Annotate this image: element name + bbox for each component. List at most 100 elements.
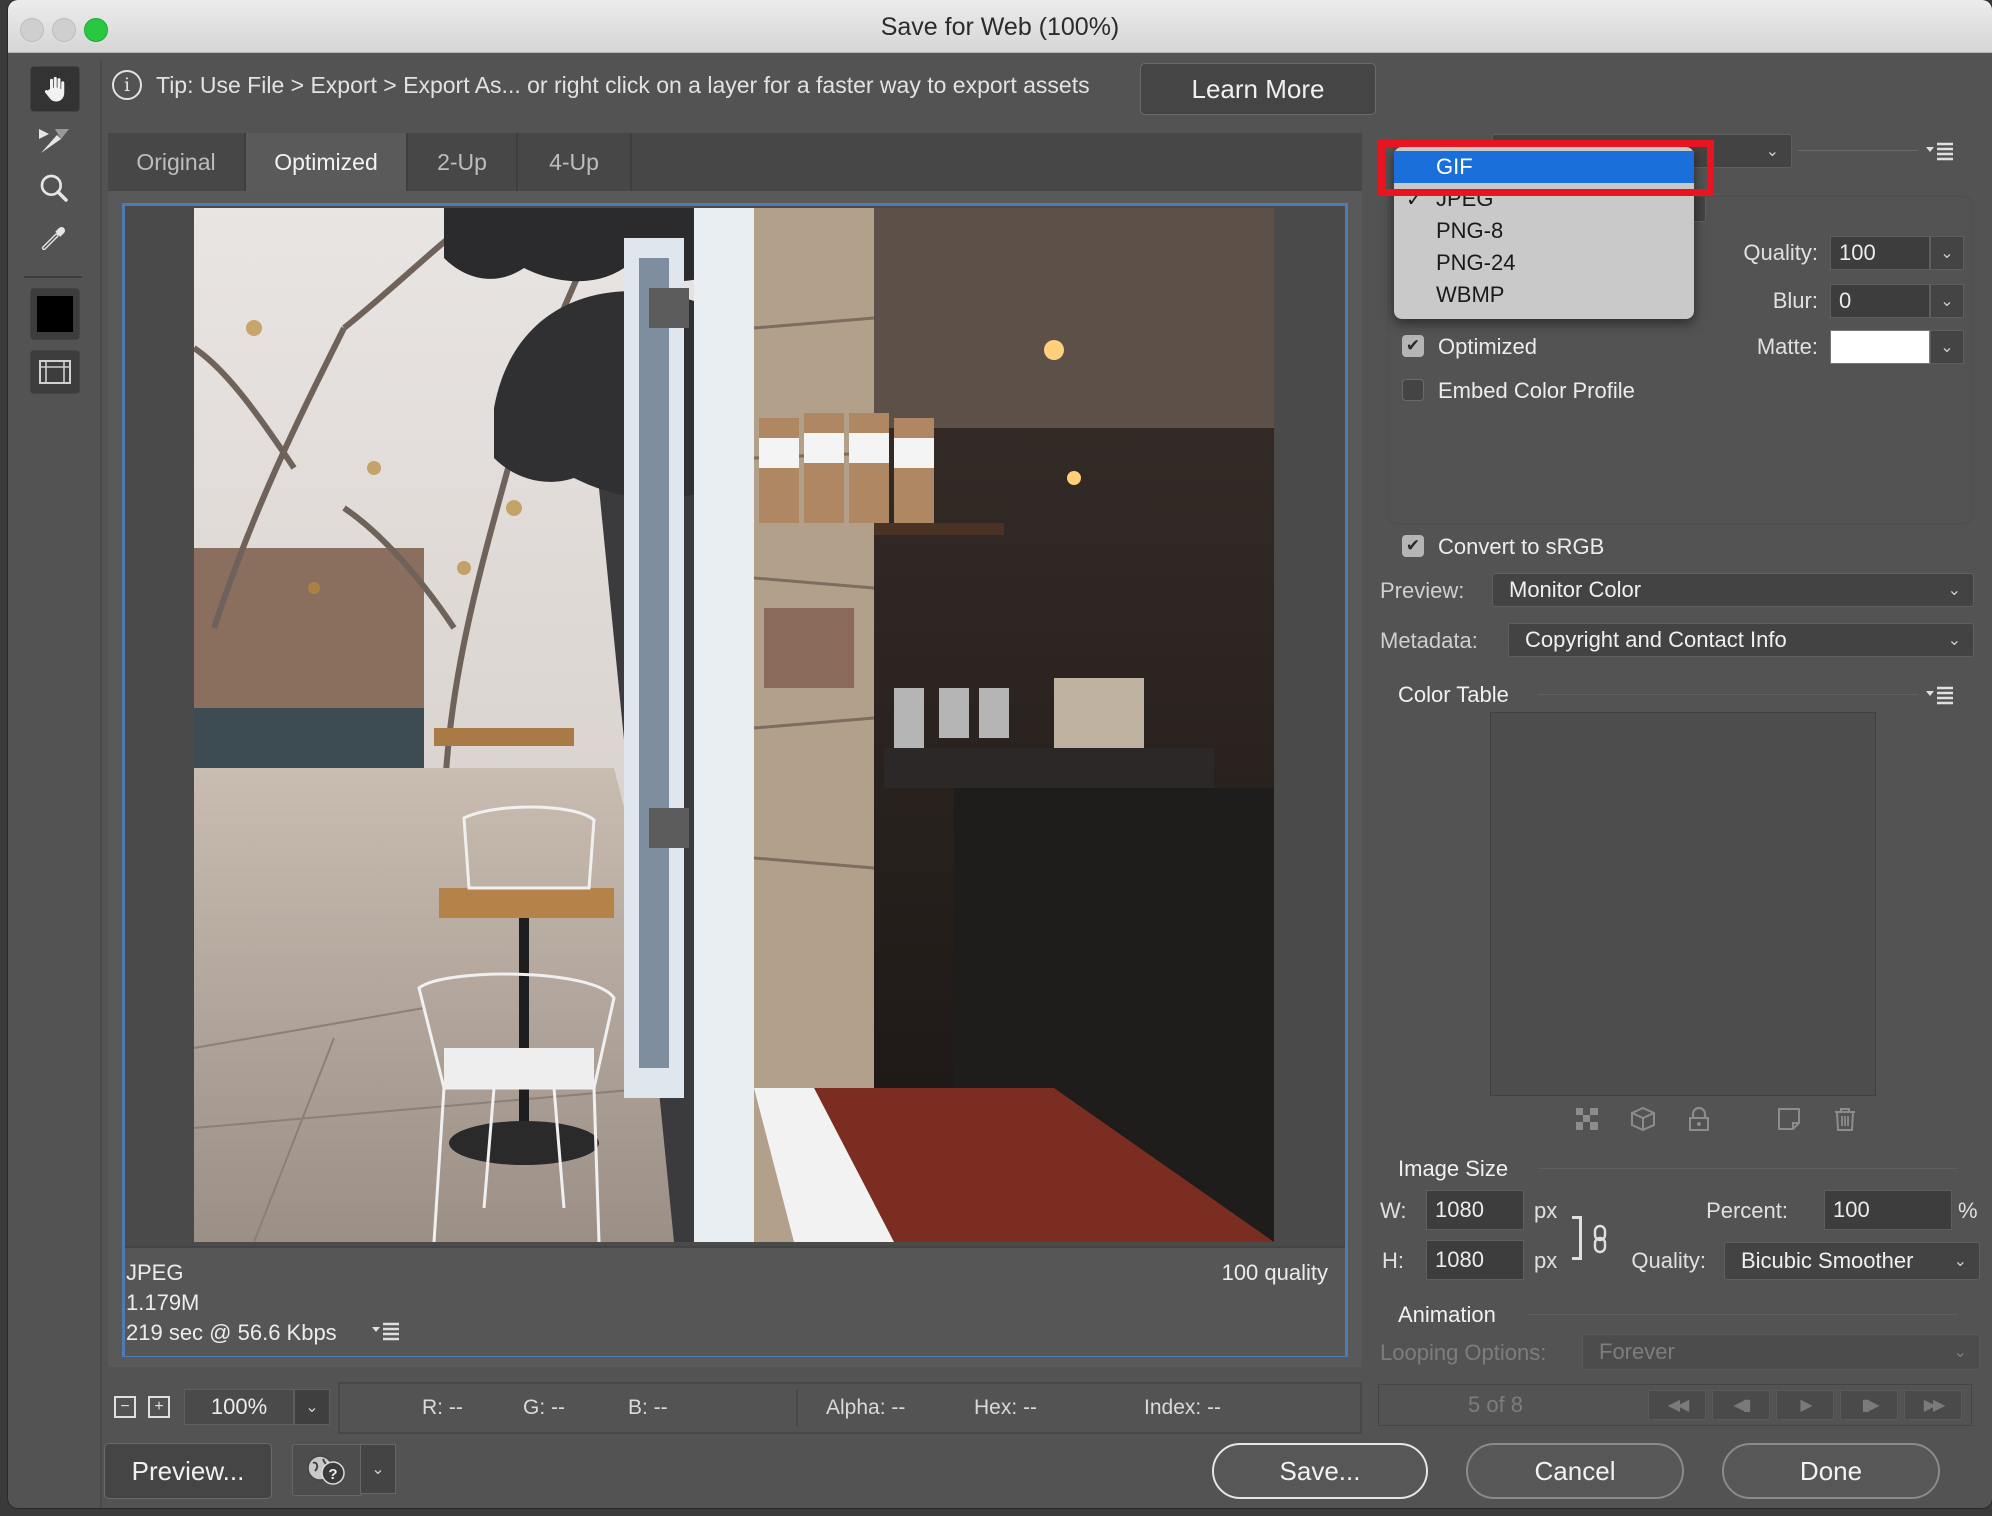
quality-field[interactable]: 100	[1830, 236, 1930, 270]
cube-icon	[1631, 1106, 1655, 1132]
learn-more-button[interactable]: Learn More	[1140, 63, 1376, 115]
chevron-down-icon: ⌄	[1765, 143, 1779, 160]
blur-label: Blur:	[1772, 288, 1818, 313]
preview-image[interactable]	[194, 208, 1274, 1242]
lock-color-button[interactable]	[1686, 1106, 1712, 1132]
slices-visibility-icon	[39, 360, 71, 384]
color-swatch	[37, 296, 73, 332]
width-field[interactable]: 1080	[1426, 1190, 1524, 1230]
color-table-grid[interactable]	[1490, 712, 1876, 1096]
metadata-dropdown[interactable]: Copyright and Contact Info ⌄	[1508, 623, 1974, 657]
zoom-level-dropdown[interactable]: ⌄	[294, 1389, 330, 1425]
preview-button[interactable]: Preview...	[104, 1443, 272, 1499]
step-forward-icon: ▮▶	[1861, 1397, 1879, 1414]
eyedropper-color-swatch[interactable]	[30, 288, 80, 340]
embed-color-profile-checkbox[interactable]	[1402, 379, 1424, 401]
preview-color-value: Monitor Color	[1509, 577, 1642, 602]
zoom-in-button[interactable]: +	[148, 1396, 170, 1418]
checkmark-icon: ✔	[1405, 536, 1421, 555]
previous-frame-button[interactable]: ◀▮	[1712, 1390, 1770, 1420]
percent-label: Percent:	[1706, 1198, 1788, 1223]
info-icon: i	[112, 70, 142, 100]
fast-forward-icon: ▶▶	[1923, 1397, 1946, 1414]
color-table-divider	[1538, 694, 1918, 695]
hand-tool[interactable]	[30, 66, 80, 112]
optimize-menu-button[interactable]	[1924, 140, 1956, 164]
tab-original[interactable]: Original	[108, 133, 246, 191]
convert-srgb-label: Convert to sRGB	[1438, 534, 1605, 559]
web-snap-button[interactable]	[1574, 1106, 1600, 1132]
play-icon: ▶	[1800, 1397, 1812, 1414]
zoom-out-button[interactable]: −	[114, 1396, 136, 1418]
matte-dropdown[interactable]: ⌄	[1930, 330, 1964, 364]
preview-format: JPEG	[126, 1260, 184, 1285]
toggle-slices-visibility[interactable]	[30, 350, 80, 394]
looping-options-dropdown[interactable]: Forever ⌄	[1582, 1334, 1980, 1370]
convert-srgb-checkbox[interactable]: ✔	[1402, 535, 1424, 557]
panel-menu-icon	[1926, 686, 1953, 705]
next-frame-button[interactable]: ▮▶	[1840, 1390, 1898, 1420]
format-option-label: PNG-8	[1436, 218, 1504, 243]
panel-menu-icon	[372, 1322, 399, 1341]
preview-quality: 100 quality	[1221, 1260, 1328, 1285]
chevron-down-icon: ⌄	[305, 1399, 319, 1416]
percent-field[interactable]: 100	[1824, 1190, 1952, 1230]
cancel-button[interactable]: Cancel	[1466, 1443, 1684, 1499]
new-color-button[interactable]	[1776, 1106, 1802, 1132]
browser-help-icon: ?	[307, 1455, 345, 1485]
tab-2-up[interactable]: 2-Up	[408, 133, 518, 191]
color-table-menu-button[interactable]	[1924, 684, 1956, 708]
embed-color-profile-label: Embed Color Profile	[1438, 378, 1635, 403]
tab-4-up[interactable]: 4-Up	[518, 133, 632, 191]
height-unit: px	[1534, 1248, 1558, 1273]
download-speed-menu-button[interactable]	[370, 1318, 402, 1342]
resample-quality-value: Bicubic Smoother	[1741, 1248, 1914, 1273]
matte-color-swatch[interactable]	[1830, 330, 1930, 364]
format-option-png-24[interactable]: PNG-24	[1394, 247, 1694, 279]
zoom-level-field[interactable]: 100%	[184, 1389, 294, 1425]
browser-select-dropdown[interactable]: ⌄	[360, 1444, 396, 1494]
height-field[interactable]: 1080	[1426, 1240, 1524, 1280]
metadata-value: Copyright and Contact Info	[1525, 627, 1787, 652]
toolbar-border	[100, 60, 102, 1508]
blur-field[interactable]: 0	[1830, 284, 1930, 318]
save-button[interactable]: Save...	[1212, 1443, 1428, 1499]
resample-quality-dropdown[interactable]: Bicubic Smoother ⌄	[1724, 1242, 1980, 1280]
last-frame-button[interactable]: ▶▶	[1904, 1390, 1962, 1420]
slice-select-icon	[39, 129, 69, 153]
trash-icon	[1835, 1108, 1855, 1131]
chevron-down-icon: ⌄	[1940, 339, 1954, 356]
tab-optimized[interactable]: Optimized	[246, 133, 408, 191]
preview-color-dropdown[interactable]: Monitor Color ⌄	[1492, 573, 1974, 607]
plus-icon: +	[154, 1398, 164, 1415]
preview-label: Preview:	[1380, 578, 1465, 603]
eyedropper-tool[interactable]	[30, 216, 78, 260]
looping-options-label: Looping Options:	[1380, 1340, 1547, 1365]
optimized-label: Optimized	[1438, 334, 1538, 359]
delete-color-button[interactable]	[1832, 1106, 1858, 1132]
format-option-label: PNG-24	[1436, 250, 1516, 275]
title-bar: Save for Web (100%)	[8, 0, 1992, 53]
quality-slider-toggle[interactable]: ⌄	[1930, 236, 1964, 270]
format-option-label: WBMP	[1436, 282, 1505, 307]
format-option-wbmp[interactable]: WBMP	[1394, 279, 1694, 311]
looping-options-value: Forever	[1599, 1339, 1675, 1364]
first-frame-button[interactable]: ◀◀	[1648, 1390, 1706, 1420]
blur-slider-toggle[interactable]: ⌄	[1930, 284, 1964, 318]
zoom-tool[interactable]	[30, 166, 78, 210]
toolbar-divider	[24, 276, 82, 278]
format-option-png-8[interactable]: PNG-8	[1394, 215, 1694, 247]
done-button[interactable]: Done	[1722, 1443, 1940, 1499]
constrain-proportions-toggle[interactable]	[1592, 1224, 1608, 1254]
width-unit: px	[1534, 1198, 1558, 1223]
slice-select-tool[interactable]	[30, 118, 78, 162]
preset-divider	[1798, 150, 1918, 151]
hand-icon	[44, 76, 65, 102]
map-to-transparent-button[interactable]	[1630, 1106, 1656, 1132]
preview-file-size: 1.179M	[126, 1290, 200, 1315]
optimized-checkbox[interactable]: ✔	[1402, 335, 1424, 357]
play-button[interactable]: ▶	[1776, 1390, 1834, 1420]
pixel-info-divider	[796, 1390, 798, 1426]
preview-browser-button[interactable]: ?	[292, 1444, 362, 1496]
chevron-down-icon: ⌄	[1947, 582, 1961, 599]
